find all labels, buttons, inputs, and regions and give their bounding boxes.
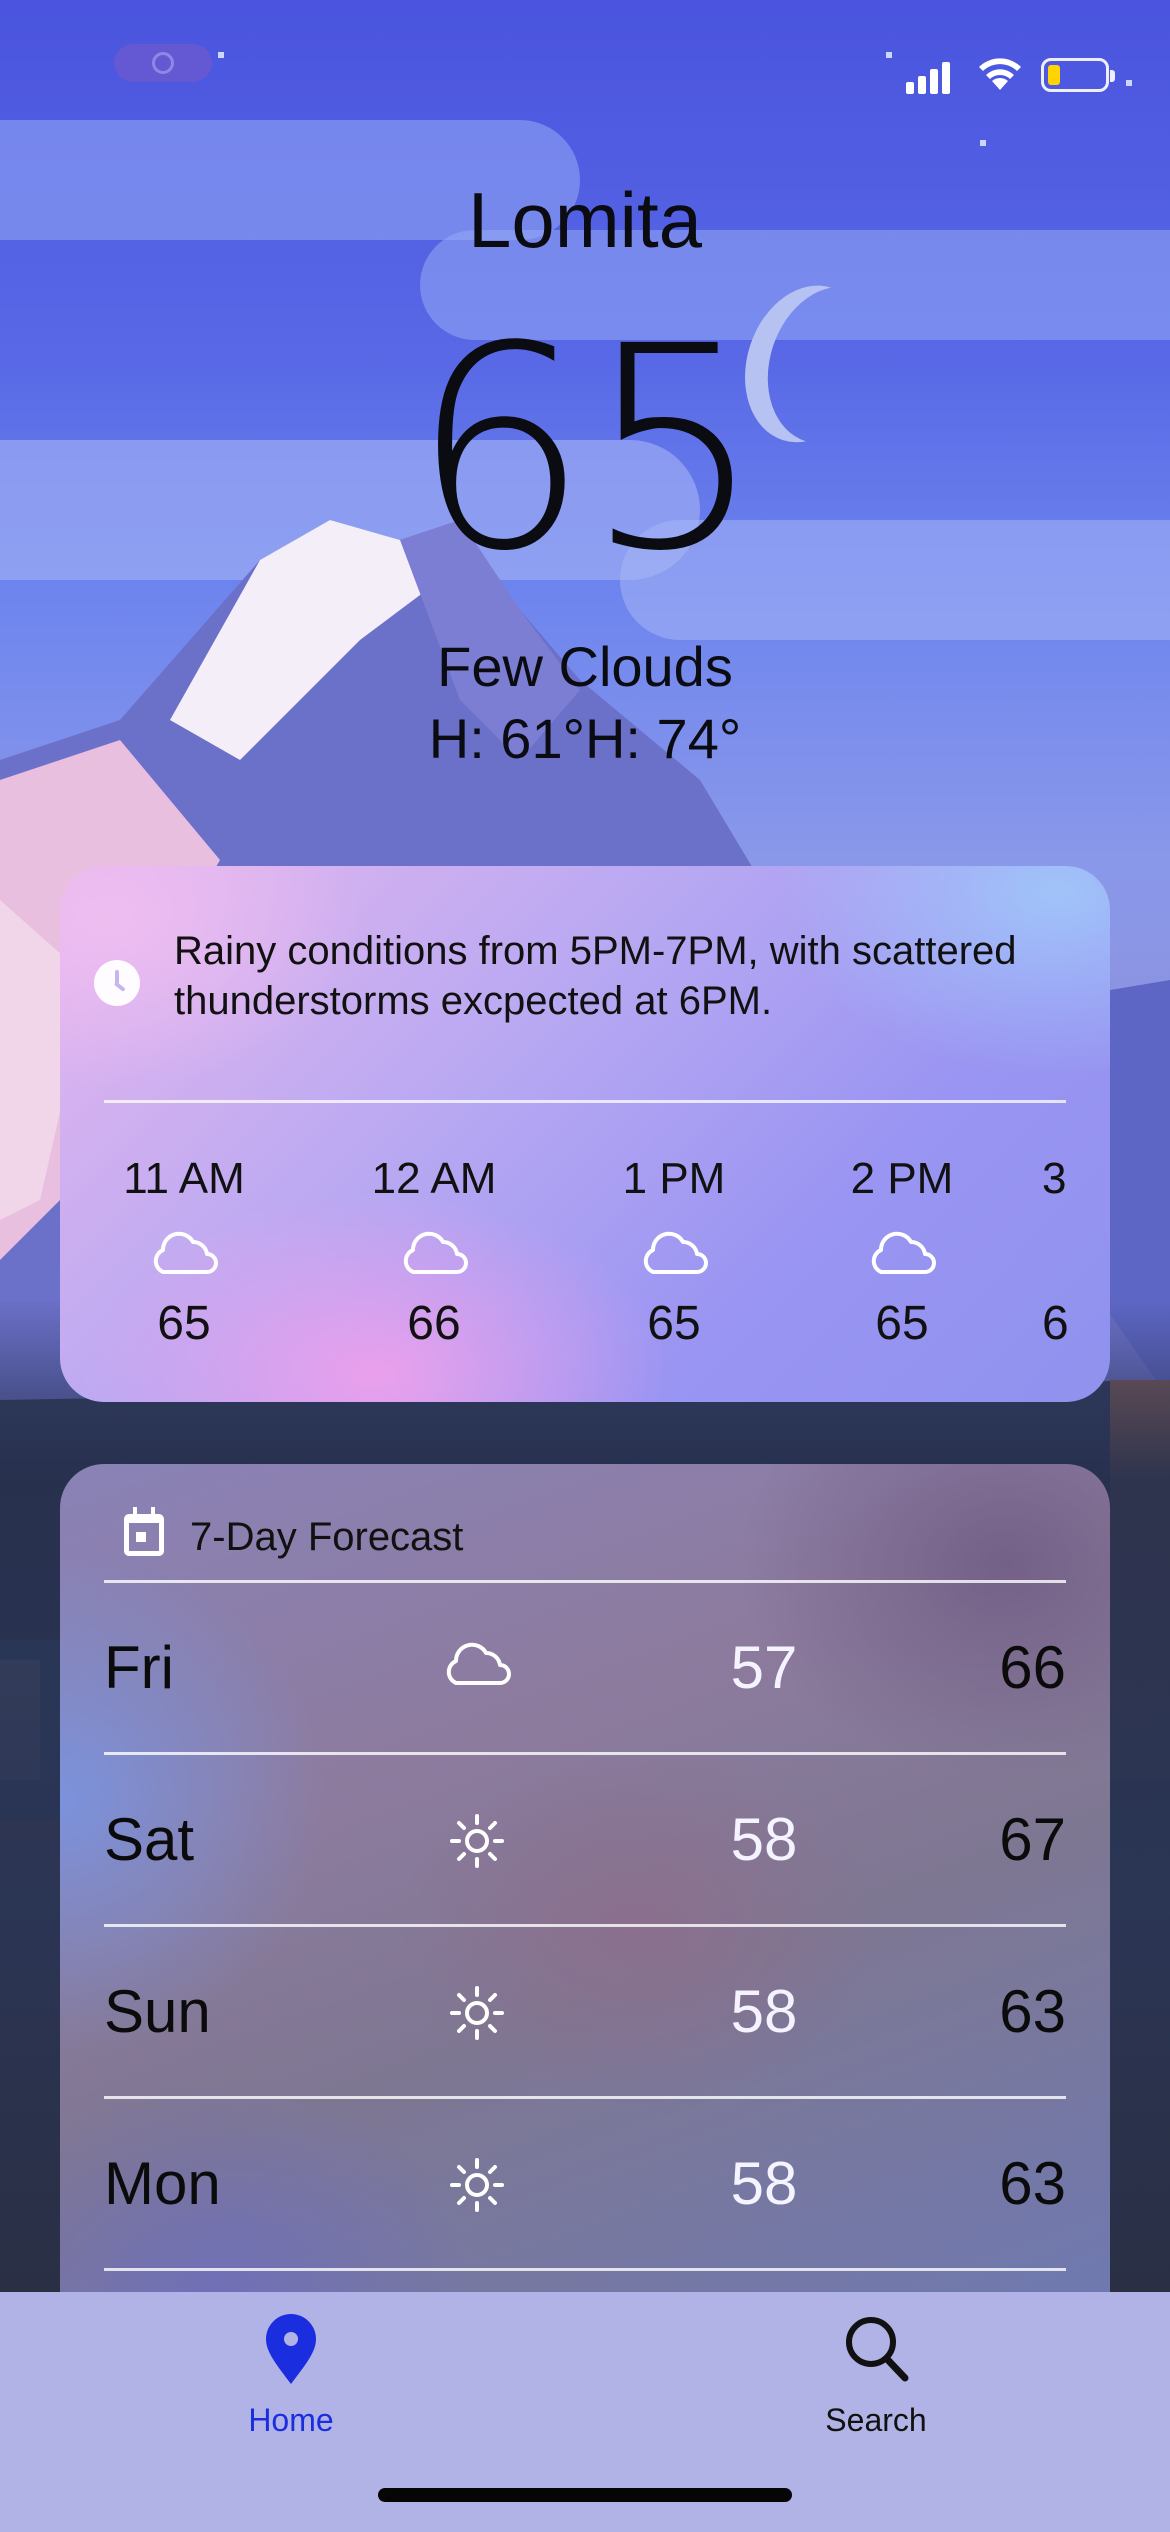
- cellular-signal-icon: [906, 60, 950, 94]
- hourly-scroll[interactable]: 11 AM 65 12 AM 66 1 PM 65 2 PM 65 3 6: [60, 1152, 1110, 1392]
- day-name: Fri: [104, 1634, 174, 1701]
- battery-icon: [1041, 58, 1115, 92]
- current-temperature: 65: [410, 287, 763, 613]
- hour-item: 12 AM 66: [334, 1152, 534, 1354]
- hour-item: 11 AM 65: [84, 1152, 284, 1354]
- hour-temperature: 65: [157, 1297, 211, 1350]
- clock-icon: [94, 960, 140, 1006]
- cloud-icon: [149, 1230, 219, 1276]
- hour-time: 12 AM: [371, 1154, 497, 1203]
- high-temperature: 63: [999, 2150, 1066, 2217]
- hour-time: 11 AM: [123, 1154, 245, 1203]
- low-temperature: 58: [730, 1978, 798, 2045]
- high-temperature: 66: [999, 1634, 1066, 1701]
- hour-time: 2 PM: [850, 1154, 954, 1203]
- divider: [104, 1100, 1066, 1103]
- low-temperature: 58: [730, 1806, 798, 1873]
- weather-condition: Few Clouds: [437, 635, 733, 698]
- day-name: Mon: [104, 2150, 221, 2217]
- tab-search-label: Search: [825, 2402, 927, 2438]
- calendar-icon: [124, 1507, 164, 1556]
- forecast-title: 7-Day Forecast: [190, 1515, 464, 1559]
- cloud-icon: [867, 1230, 937, 1276]
- seven-day-forecast-card[interactable]: 7-Day Forecast Fri 57 66 Sat 58 67 Sun 5…: [60, 1464, 1110, 2304]
- hour-item: 2 PM 65: [802, 1152, 1002, 1354]
- high-temperature: 63: [999, 1978, 1066, 2045]
- tab-home[interactable]: Home: [191, 2292, 391, 2472]
- weather-alert: Rainy conditions from 5PM-7PM, with scat…: [60, 926, 1110, 1036]
- hour-temperature: 6: [1042, 1297, 1069, 1350]
- day-name: Sun: [104, 1978, 211, 2045]
- search-icon: [841, 2312, 911, 2386]
- city-name: Lomita: [467, 176, 703, 264]
- sun-icon: [442, 1985, 512, 2041]
- hourly-forecast-card[interactable]: Rainy conditions from 5PM-7PM, with scat…: [60, 866, 1110, 1402]
- cloud-icon: [1042, 1230, 1110, 1276]
- hour-temperature: 65: [647, 1297, 701, 1350]
- weather-alert-text: Rainy conditions from 5PM-7PM, with scat…: [174, 929, 1017, 1023]
- hour-item: 3 6: [1042, 1152, 1110, 1354]
- day-name: Sat: [104, 1806, 195, 1873]
- tab-home-label: Home: [248, 2402, 334, 2438]
- forecast-day-row[interactable]: Sun 58 63: [104, 1927, 1066, 2097]
- hour-time: 3: [1042, 1154, 1067, 1203]
- cloud-icon: [442, 1641, 512, 1697]
- hour-temperature: 66: [407, 1297, 461, 1350]
- hour-item: 1 PM 65: [574, 1152, 774, 1354]
- cloud-icon: [399, 1230, 469, 1276]
- tab-search[interactable]: Search: [776, 2292, 976, 2472]
- wifi-icon: [979, 58, 1021, 90]
- high-low-temperature: H: 61°H: 74°: [428, 707, 742, 770]
- sun-icon: [442, 1813, 512, 1869]
- home-indicator[interactable]: [378, 2488, 792, 2502]
- hour-time: 1 PM: [622, 1154, 726, 1203]
- forecast-day-row[interactable]: Fri 57 66: [104, 1583, 1066, 1753]
- low-temperature: 57: [730, 1634, 798, 1701]
- divider: [104, 2268, 1066, 2271]
- status-bar: [0, 0, 1170, 150]
- screen-recording-icon: [114, 44, 212, 82]
- forecast-day-row[interactable]: Sat 58 67: [104, 1755, 1066, 1925]
- hour-temperature: 65: [875, 1297, 929, 1350]
- sun-icon: [442, 2157, 512, 2213]
- high-temperature: 67: [999, 1806, 1066, 1873]
- cloud-icon: [639, 1230, 709, 1276]
- forecast-day-row[interactable]: Mon 58 63: [104, 2099, 1066, 2269]
- location-pin-icon: [256, 2312, 326, 2386]
- low-temperature: 58: [730, 2150, 798, 2217]
